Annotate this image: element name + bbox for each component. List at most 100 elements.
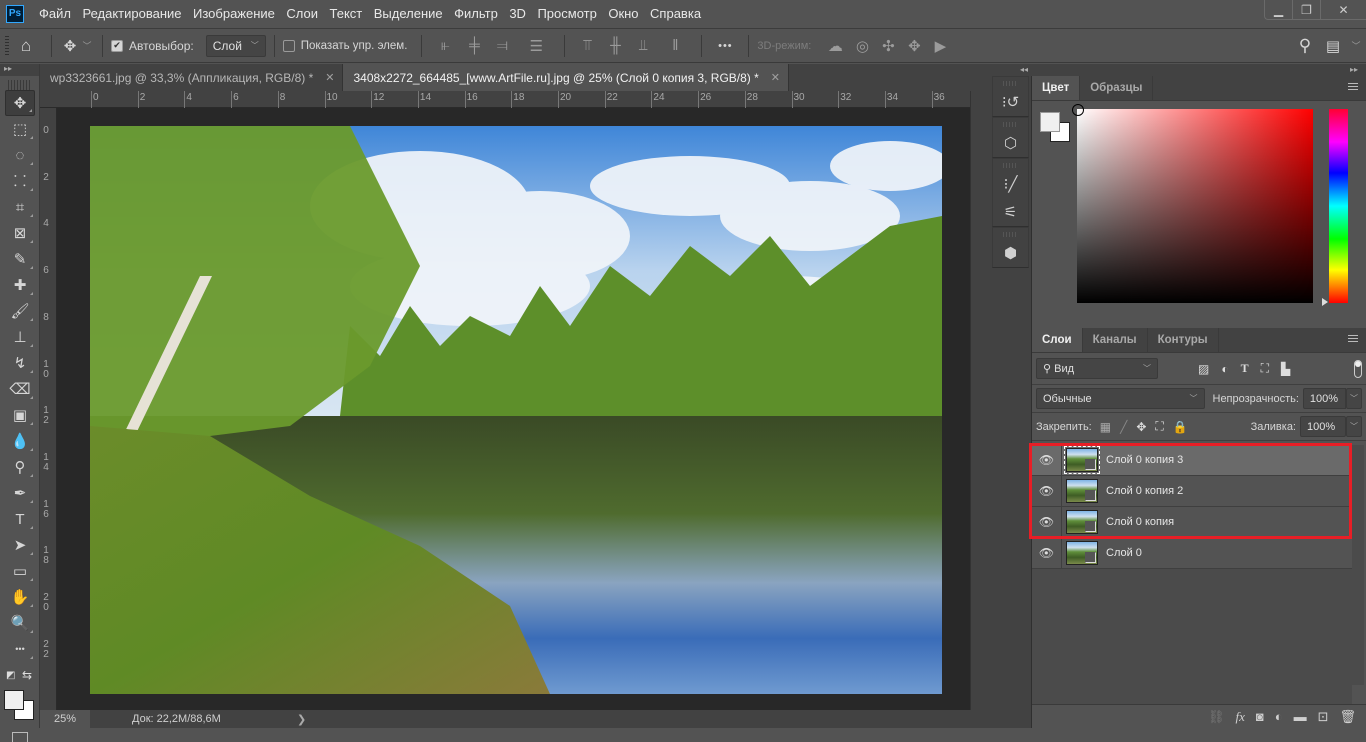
- align-left-icon[interactable]: ⫦: [430, 37, 460, 54]
- menu-image[interactable]: Изображение: [193, 6, 275, 21]
- path-selection-tool-icon[interactable]: ➤: [5, 532, 35, 558]
- autoselect-target-select[interactable]: Слой ﹀: [205, 34, 266, 57]
- slide-3d-icon[interactable]: ✥: [901, 37, 927, 55]
- dock-grip[interactable]: [1003, 232, 1018, 237]
- smart-object-filter-icon[interactable]: ▙: [1281, 362, 1290, 376]
- gradient-tool-icon[interactable]: ▣: [5, 402, 35, 428]
- new-layer-icon[interactable]: ⊡: [1318, 709, 1329, 725]
- home-icon[interactable]: ⌂: [9, 36, 43, 56]
- properties-panel-icon[interactable]: ⬡: [993, 129, 1028, 157]
- layer-row[interactable]: 👁 Слой 0 копия 3: [1032, 444, 1352, 476]
- lock-position-icon[interactable]: ✥: [1136, 420, 1146, 434]
- layer-name[interactable]: Слой 0: [1106, 547, 1142, 559]
- opacity-input[interactable]: 100%: [1302, 388, 1346, 409]
- history-brush-tool-icon[interactable]: ↯: [5, 350, 35, 376]
- layer-style-fx-icon[interactable]: fx: [1235, 709, 1244, 725]
- search-icon[interactable]: ⚲: [1290, 36, 1320, 56]
- layers-scrollbar[interactable]: [1352, 445, 1364, 685]
- distribute-horizontal-icon[interactable]: ☰: [516, 37, 556, 55]
- visibility-eye-icon[interactable]: 👁: [1032, 444, 1062, 476]
- menu-file[interactable]: Файл: [39, 6, 71, 21]
- close-tab-icon[interactable]: ✕: [325, 71, 334, 84]
- move-tool-preset-icon[interactable]: ✥: [60, 37, 80, 55]
- quick-selection-tool-icon[interactable]: ⸬: [5, 168, 35, 194]
- lock-all-icon[interactable]: 🔒: [1173, 420, 1188, 434]
- menu-filter[interactable]: Фильтр: [454, 6, 498, 21]
- eraser-tool-icon[interactable]: ⌫: [5, 376, 35, 402]
- workspace-icon[interactable]: ▤: [1320, 37, 1346, 55]
- close-button[interactable]: ✕: [1321, 0, 1366, 19]
- history-panel-icon[interactable]: ⁝↺: [993, 88, 1028, 116]
- layer-name[interactable]: Слой 0 копия 3: [1106, 454, 1183, 466]
- hue-slider-track[interactable]: [1329, 109, 1348, 303]
- autoselect-checkbox[interactable]: ✔: [111, 39, 123, 52]
- marquee-tool-icon[interactable]: ⬚: [5, 116, 35, 142]
- dock-grip[interactable]: [1003, 163, 1018, 168]
- tab-layers[interactable]: Слои: [1032, 328, 1083, 352]
- visibility-eye-icon[interactable]: 👁: [1032, 475, 1062, 507]
- crop-tool-icon[interactable]: ⌗: [5, 194, 35, 220]
- lock-image-pixels-icon[interactable]: ╱: [1120, 420, 1127, 434]
- layer-name[interactable]: Слой 0 копия 2: [1106, 485, 1183, 497]
- add-mask-icon[interactable]: ◙: [1256, 709, 1264, 724]
- chevron-down-icon[interactable]: ﹀: [80, 39, 94, 52]
- document-image[interactable]: [90, 126, 942, 694]
- layer-row[interactable]: 👁 Слой 0 копия 2: [1032, 475, 1352, 507]
- clone-stamp-tool-icon[interactable]: ⊥: [5, 324, 35, 350]
- default-colors-icon[interactable]: ◩: [6, 670, 15, 681]
- adjustment-layer-icon[interactable]: ◐: [1275, 709, 1283, 724]
- menu-type[interactable]: Текст: [330, 6, 363, 21]
- canvas-area[interactable]: [57, 108, 970, 710]
- chevron-down-icon[interactable]: ﹀: [1346, 39, 1366, 52]
- menu-edit[interactable]: Редактирование: [82, 6, 181, 21]
- swap-colors-icon[interactable]: ⇆: [22, 668, 32, 682]
- brush-tool-icon[interactable]: 🖌: [5, 298, 35, 324]
- type-tool-icon[interactable]: T: [5, 506, 35, 532]
- hue-slider-handle[interactable]: [1322, 298, 1328, 306]
- healing-brush-tool-icon[interactable]: ✚: [5, 272, 35, 298]
- blur-tool-icon[interactable]: 💧: [5, 428, 35, 454]
- show-transform-checkbox[interactable]: [282, 39, 295, 52]
- align-middle-vertical-icon[interactable]: ╫: [601, 37, 629, 54]
- rectangle-tool-icon[interactable]: ▭: [5, 558, 35, 584]
- dodge-tool-icon[interactable]: ⚲: [5, 454, 35, 480]
- vertical-ruler[interactable]: 0 2 4 6 8 10 12 14 16 18 20 22: [40, 108, 57, 710]
- layer-filter-select[interactable]: ⚲ Вид ﹀: [1036, 358, 1158, 379]
- more-options-icon[interactable]: •••: [710, 40, 740, 52]
- foreground-color-swatch[interactable]: [4, 690, 24, 710]
- align-bottom-icon[interactable]: ⫫: [629, 37, 657, 54]
- adjustment-layer-filter-icon[interactable]: ◐: [1221, 362, 1228, 376]
- tab-document-2[interactable]: 3408x2272_664485_[www.ArtFile.ru].jpg @ …: [343, 64, 790, 91]
- visibility-eye-icon[interactable]: 👁: [1032, 537, 1062, 569]
- close-tab-icon[interactable]: ✕: [771, 71, 780, 84]
- tab-paths[interactable]: Контуры: [1148, 328, 1219, 352]
- lock-transparent-pixels-icon[interactable]: ▦: [1100, 420, 1111, 434]
- filter-toggle[interactable]: [1354, 359, 1362, 378]
- fill-input[interactable]: 100%: [1300, 416, 1346, 437]
- vertical-scrollbar[interactable]: [970, 91, 990, 710]
- layer-name[interactable]: Слой 0 копия: [1106, 516, 1174, 528]
- align-center-horizontal-icon[interactable]: ╪: [460, 37, 488, 54]
- blend-mode-select[interactable]: Обычные ﹀: [1036, 388, 1205, 409]
- tab-swatches[interactable]: Образцы: [1080, 76, 1154, 100]
- toolbar-grip[interactable]: [8, 80, 31, 90]
- zoom-tool-icon[interactable]: 🔍: [5, 610, 35, 636]
- menu-view[interactable]: Просмотр: [537, 6, 596, 21]
- horizontal-ruler[interactable]: 0 2 4 6 8 10 12 14 16 18 20 22 24 26 28 30 32 34 36: [40, 91, 970, 108]
- align-top-icon[interactable]: ⫪: [573, 37, 601, 54]
- saturation-brightness-field[interactable]: [1072, 104, 1313, 303]
- expand-panels-icon[interactable]: ▸▸: [1350, 65, 1358, 74]
- color-picker-cursor[interactable]: [1072, 104, 1084, 116]
- layer-row[interactable]: 👁 Слой 0 копия: [1032, 506, 1352, 538]
- distribute-vertical-icon[interactable]: ‖: [657, 37, 693, 54]
- roll-3d-icon[interactable]: ◎: [849, 37, 875, 55]
- new-group-icon[interactable]: ▬: [1294, 709, 1307, 724]
- zoom-level[interactable]: 25%: [40, 710, 90, 728]
- link-layers-icon[interactable]: ⛓: [1208, 709, 1225, 725]
- tab-channels[interactable]: Каналы: [1083, 328, 1148, 352]
- pen-tool-icon[interactable]: ✒: [5, 480, 35, 506]
- menu-3d[interactable]: 3D: [509, 6, 526, 21]
- dock-grip[interactable]: [1003, 81, 1018, 86]
- fill-dropdown[interactable]: ﹀: [1346, 416, 1362, 437]
- layer-list-empty-area[interactable]: [1032, 569, 1352, 704]
